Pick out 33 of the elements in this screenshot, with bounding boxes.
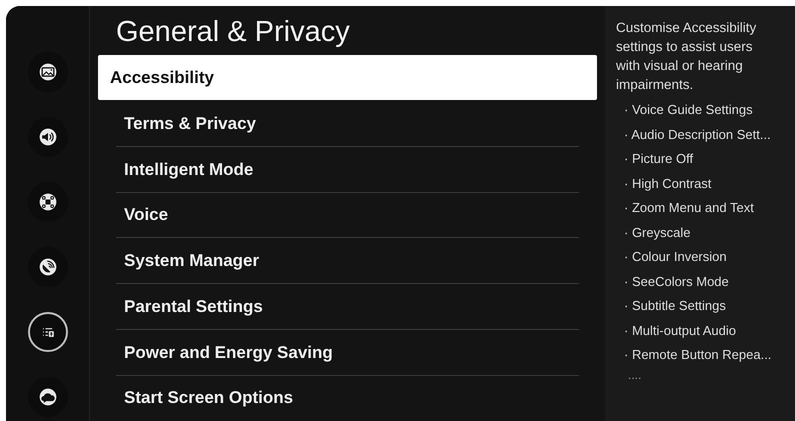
picture-icon: [38, 62, 58, 82]
list-accessibility-button[interactable]: [28, 312, 68, 352]
menu-item[interactable]: Voice: [98, 192, 597, 238]
satellite-dish-button[interactable]: [28, 247, 68, 287]
feature-list-item: · Voice Guide Settings: [623, 101, 754, 119]
feature-list-item: · Subtitle Settings: [623, 297, 727, 315]
menu-item[interactable]: Power and Energy Saving: [98, 330, 597, 374]
feature-list-item: · SeeColors Mode: [623, 272, 730, 290]
feature-list-item: · Greyscale: [623, 224, 692, 242]
menu-item[interactable]: System Manager: [98, 238, 597, 283]
feature-list-item: · Colour Inversion: [623, 248, 728, 266]
feature-list-item: · Zoom Menu and Text: [623, 199, 755, 217]
feature-list-item: · High Contrast: [623, 174, 712, 193]
menu-item[interactable]: Start Screen Options: [98, 375, 597, 420]
satellite-dish-icon: [38, 257, 58, 277]
menu-item[interactable]: Accessibility: [98, 55, 597, 100]
nodes-icon: [38, 192, 58, 212]
feature-list-item: · Audio Description Sett...: [623, 126, 772, 144]
menu-item[interactable]: Terms & Privacy: [98, 100, 597, 146]
description-text: Customise Accessibility settings to assist users with visual or hearing impairments.: [616, 19, 758, 94]
speaker-icon: [38, 127, 58, 147]
nodes-button[interactable]: [28, 182, 68, 222]
feature-list-item: · Multi-output Audio: [623, 322, 738, 340]
feature-list-item: · Remote Button Repea...: [623, 346, 772, 364]
help-cloud-icon: [38, 387, 58, 407]
page-title: General & Privacy: [116, 16, 351, 49]
menu-item[interactable]: Parental Settings: [98, 284, 597, 329]
more-indicator: ....: [627, 368, 642, 382]
help-cloud-button[interactable]: [28, 377, 68, 417]
menu-item[interactable]: Intelligent Mode: [98, 146, 597, 192]
picture-button[interactable]: [28, 52, 68, 92]
speaker-button[interactable]: [28, 117, 68, 157]
feature-list-item: · Picture Off: [623, 150, 694, 168]
